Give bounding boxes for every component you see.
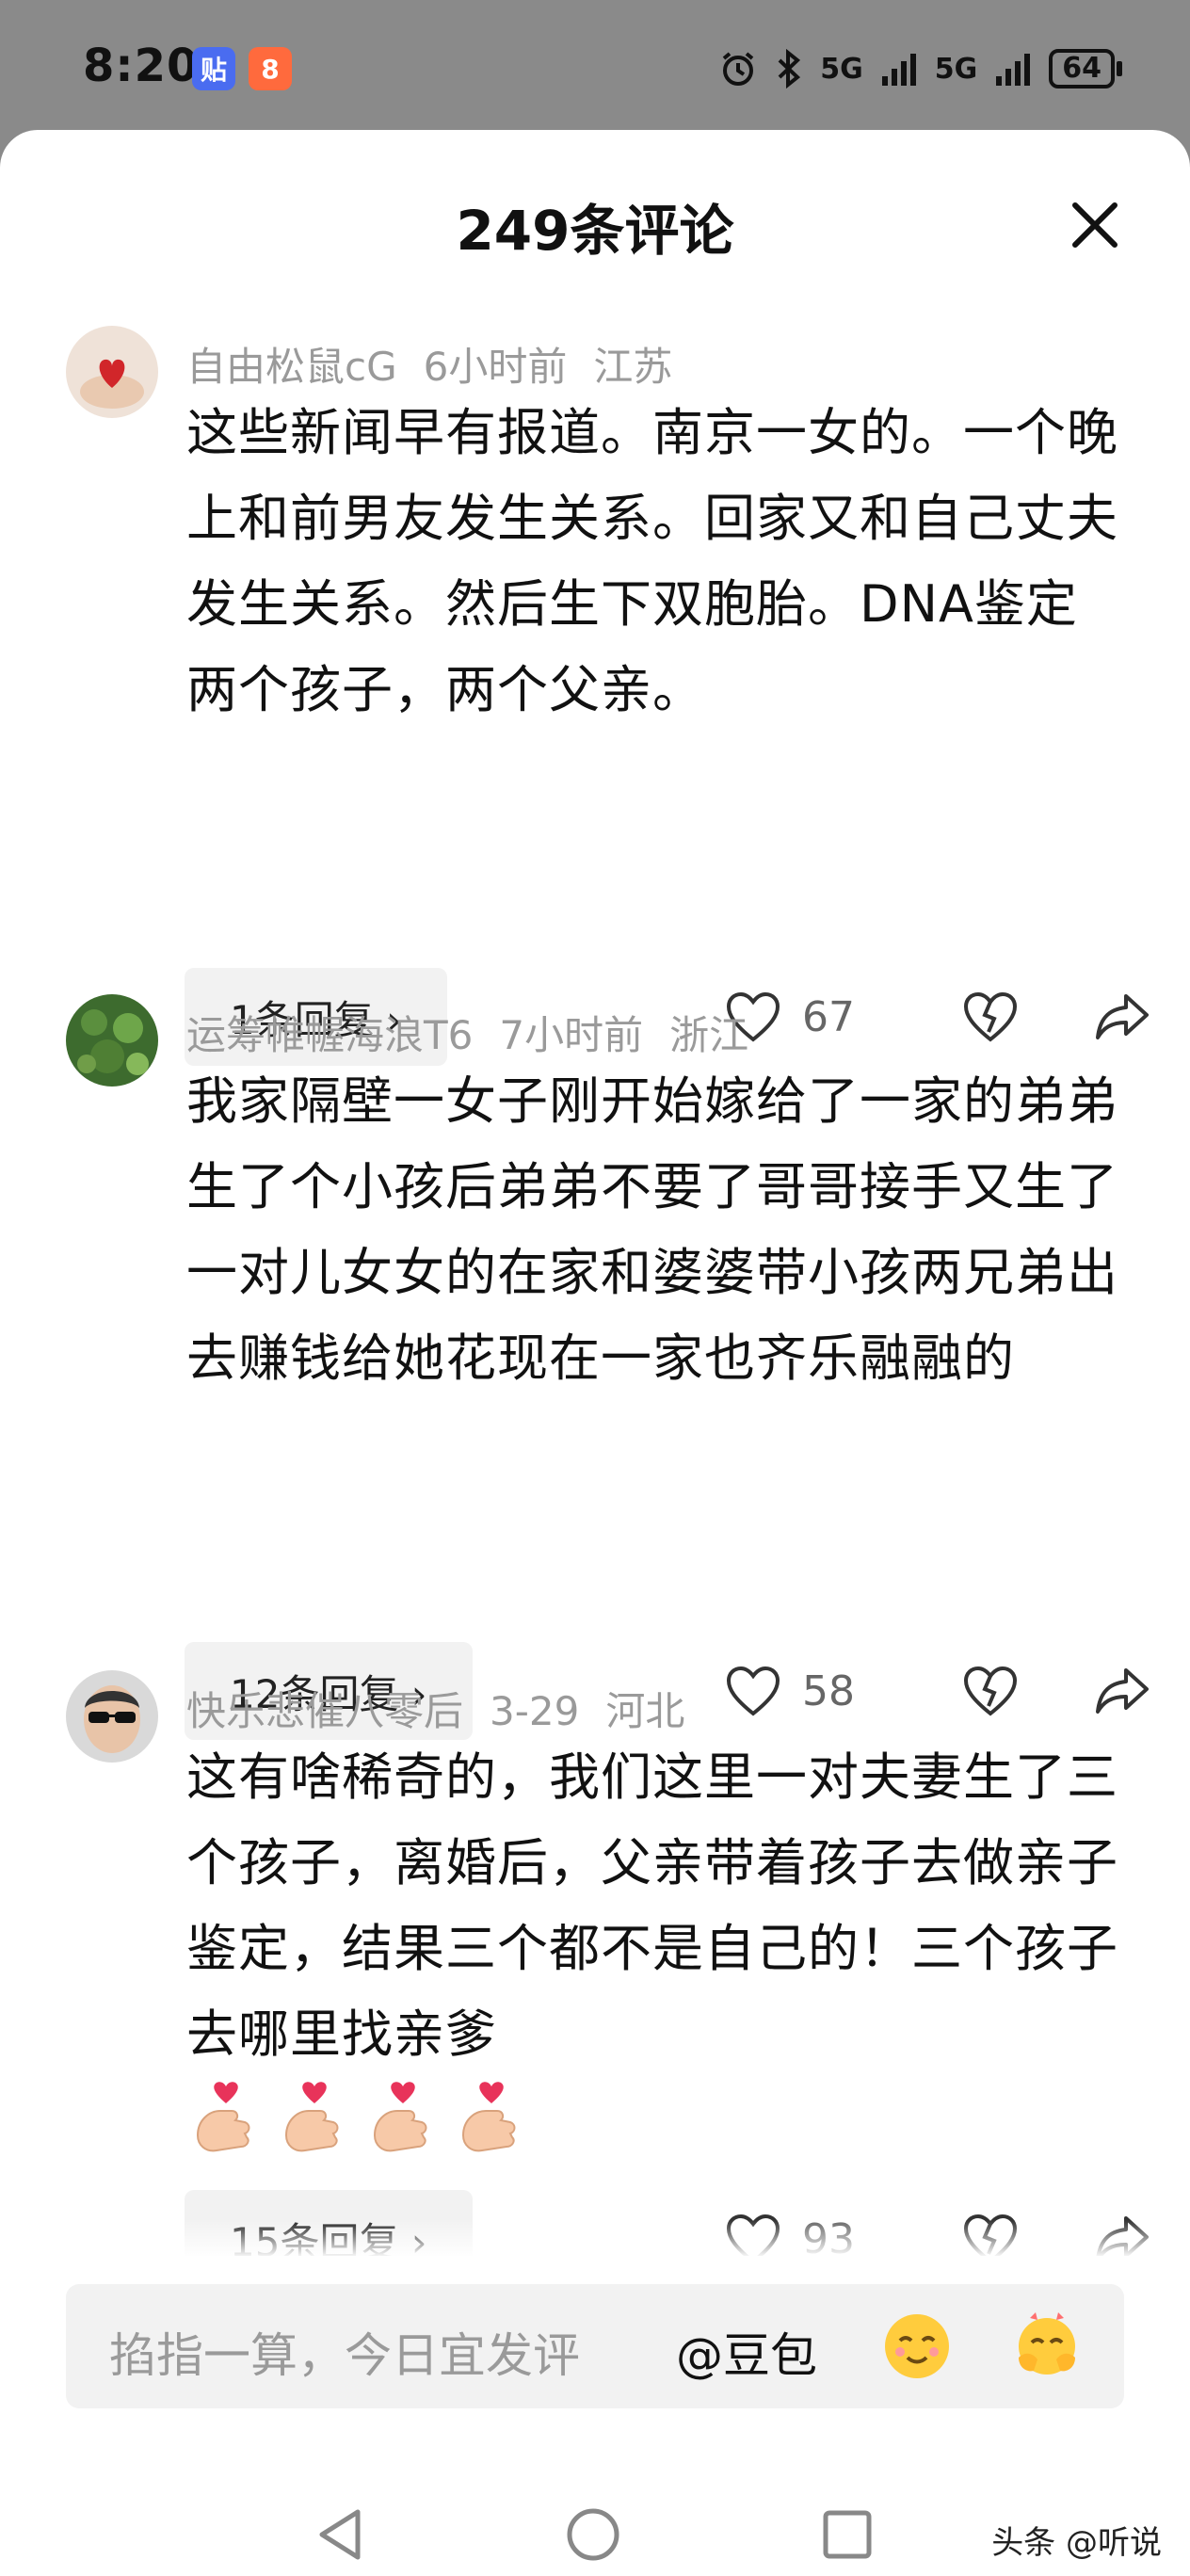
comment-meta: 运筹帷幄海浪T6 7小时前 浙江 xyxy=(186,1004,775,1061)
emoji-icon[interactable] xyxy=(881,2310,953,2382)
heart-icon[interactable] xyxy=(725,1665,781,1717)
comment-text: 这有啥稀奇的，我们这里一对夫妻生了三个孩子，离婚后，父亲带着孩子去做亲子鉴定，结… xyxy=(186,1747,1118,2064)
network-5g-1: 5G xyxy=(820,52,863,86)
back-icon[interactable] xyxy=(314,2506,365,2563)
kuaishou-app-icon: 8 xyxy=(249,47,292,90)
broken-heart-icon[interactable] xyxy=(962,1665,1019,1717)
close-icon[interactable] xyxy=(1068,198,1122,252)
comment-meta: 自由松鼠cG 6小时前 江苏 xyxy=(186,335,699,393)
comment-username[interactable]: 运筹帷幄海浪T6 xyxy=(186,1012,473,1058)
comment-time: 6小时前 xyxy=(423,344,568,390)
alarm-icon xyxy=(722,52,754,86)
mention-doubao-button[interactable]: @豆包 xyxy=(676,2318,817,2386)
recents-icon[interactable] xyxy=(821,2508,874,2561)
avatar[interactable] xyxy=(66,994,158,1087)
battery-indicator: 64 xyxy=(1049,49,1122,89)
like-count: 58 xyxy=(802,1666,855,1715)
status-indicators: 5G 5G 64 xyxy=(718,49,1122,89)
avatar[interactable] xyxy=(66,1670,158,1763)
comment-meta: 快乐悲催八零后 3-29 河北 xyxy=(186,1680,711,1737)
comment-location: 浙江 xyxy=(669,1012,749,1058)
comments-title: 249条评论 xyxy=(456,199,734,263)
finger-heart-emojis xyxy=(188,2079,529,2158)
emoji-pack-icon[interactable] xyxy=(1011,2310,1083,2382)
comment-input-placeholder: 掐指一算，今日宜发评 xyxy=(109,2328,580,2383)
scroll-fade xyxy=(0,2220,1190,2258)
tieba-app-icon: 贴 xyxy=(192,47,235,90)
avatar[interactable] xyxy=(66,326,158,418)
status-time: 8:20 xyxy=(83,40,200,92)
comment-text: 这些新闻早有报道。南京一女的。一个晚上和前男友发生关系。回家又和自己丈夫发生关系… xyxy=(186,403,1118,719)
finger-heart-emoji xyxy=(284,2082,339,2152)
bluetooth-icon xyxy=(778,49,801,89)
signal-icon-1 xyxy=(881,54,916,86)
watermark: 头条 @听说 xyxy=(991,2524,1162,2562)
comment-input[interactable]: 掐指一算，今日宜发评 @豆包 xyxy=(66,2284,1124,2408)
comment-location: 河北 xyxy=(605,1688,685,1734)
comment-time: 7小时前 xyxy=(499,1012,644,1058)
comment-username[interactable]: 自由松鼠cG xyxy=(186,344,397,390)
comment-username[interactable]: 快乐悲催八零后 xyxy=(186,1688,463,1734)
network-5g-2: 5G xyxy=(934,52,978,86)
finger-heart-emoji xyxy=(373,2082,427,2152)
comment-location: 江苏 xyxy=(593,344,673,390)
like-count: 67 xyxy=(802,992,855,1041)
signal-icon-2 xyxy=(996,54,1031,86)
comments-sheet: 249条评论 自由松鼠cG 6小时前 江苏 这些新闻早有报道。南京一女的。一个晚上和… xyxy=(0,130,1190,2576)
home-icon[interactable] xyxy=(565,2506,621,2563)
status-bar: 8:20 贴 8 5G 5G 64 xyxy=(0,0,1190,141)
comment-actions: 67 xyxy=(725,968,1150,1066)
comment-text: 我家隔壁一女子刚开始嫁给了一家的弟弟生了个小孩后弟弟不要了哥哥接手又生了一对儿女… xyxy=(186,1071,1118,1388)
finger-heart-emoji xyxy=(461,2082,516,2152)
comment-time: 3-29 xyxy=(490,1688,580,1734)
broken-heart-icon[interactable] xyxy=(962,990,1019,1043)
comment-actions: 58 xyxy=(725,1642,1150,1740)
share-icon[interactable] xyxy=(1094,992,1150,1041)
share-icon[interactable] xyxy=(1094,1666,1150,1715)
finger-heart-emoji xyxy=(196,2082,250,2152)
